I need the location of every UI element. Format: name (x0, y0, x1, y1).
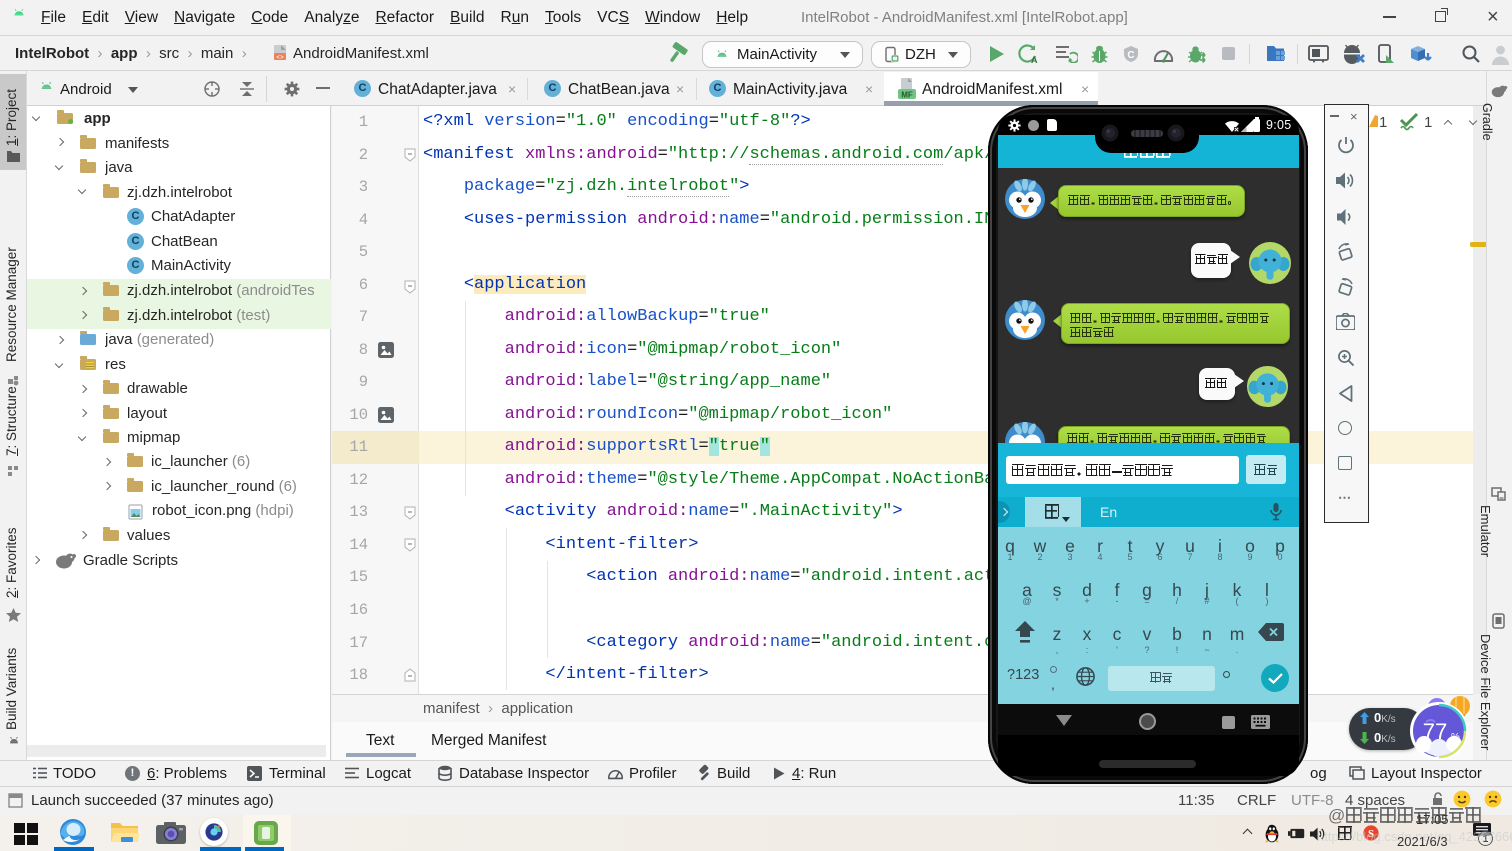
svg-text:C: C (1127, 50, 1134, 61)
svg-text:%: % (1451, 732, 1460, 743)
svg-text:77: 77 (1423, 719, 1447, 744)
svg-text:MF: MF (901, 91, 913, 100)
svg-text:<>: <> (276, 54, 284, 61)
svg-text:A: A (1031, 55, 1038, 64)
